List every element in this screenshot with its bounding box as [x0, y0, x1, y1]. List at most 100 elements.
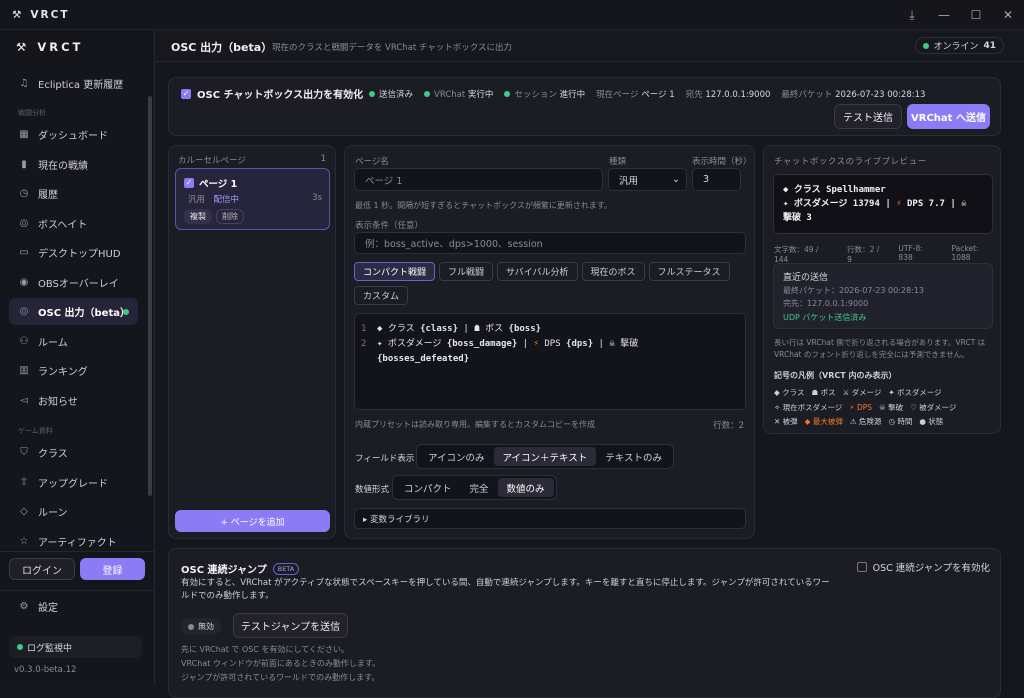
- type-select[interactable]: 汎用 ⌄: [608, 168, 687, 191]
- test-send-button[interactable]: テスト送信: [834, 104, 902, 129]
- page-card-state: 配信中: [213, 195, 240, 205]
- recent-title: 直近の送信: [783, 273, 829, 283]
- diamond-icon: ◇: [20, 506, 28, 517]
- download-icon[interactable]: ⤓: [896, 0, 928, 30]
- template-line: ✦ ボスダメージ {boss_damage} | ⚡ DPS {dps} | ☠…: [377, 337, 737, 352]
- jump-description: 有効にすると、VRChat がアクティブな状態でスペースキーを押している間、自動…: [181, 578, 830, 601]
- jump-title: OSC 連続ジャンプ: [181, 565, 267, 576]
- preset-custom[interactable]: カスタム: [354, 286, 409, 305]
- preset-note: 内蔵プリセットは読み取り専用。編集するとカスタムコピーを作成: [355, 420, 595, 429]
- legend-item: ✕ 被弾: [774, 417, 798, 426]
- preview-line-segment: 撃破 3: [783, 213, 812, 223]
- condition-input[interactable]: 例：boss_active、dps>1000、session: [354, 232, 746, 254]
- variable-library[interactable]: ▸ 変数ライブラリ: [354, 508, 746, 529]
- sidebar-item-current[interactable]: ▮ 現在の戦績: [9, 151, 138, 178]
- sidebar-item-dashboard[interactable]: ▦ ダッシュボード: [9, 121, 138, 148]
- add-page-button[interactable]: + ページを追加: [175, 510, 330, 532]
- register-button[interactable]: 登録: [80, 558, 145, 580]
- interval-hint: 最低 1 秒。間隔が短すぎるとチャットボックスが頻繁に更新されます。: [355, 201, 613, 210]
- sidebar-item-label: ランキング: [38, 367, 88, 378]
- section-label: 戦闘分析: [18, 109, 46, 117]
- sidebar-brand: ⚒ VRCT: [16, 40, 83, 54]
- jump-panel: OSC 連続ジャンプ BETA OSC 連続ジャンプを有効化 有効にすると、VR…: [168, 548, 1001, 698]
- format-full[interactable]: 完全: [461, 478, 498, 497]
- format-compact[interactable]: コンパクト: [395, 478, 461, 497]
- minimize-button[interactable]: —: [928, 0, 960, 30]
- duration-input[interactable]: 3: [692, 168, 741, 191]
- chart-icon: ▥: [19, 365, 29, 376]
- stat-utf8: UTF-8: 838: [898, 244, 923, 262]
- sidebar-item-osc[interactable]: ◎ OSC 出力（beta）: [9, 298, 138, 325]
- sidebar-item-rune[interactable]: ◇ ルーン: [9, 498, 138, 525]
- jump-notes: 先に VRChat で OSC を有効にしてください。 VRChat ウィンドウ…: [181, 643, 380, 685]
- sidebar-item-label: OSC 出力（beta）: [38, 308, 130, 319]
- duration-label: 表示時間（秒）: [692, 157, 752, 167]
- maximize-button[interactable]: ☐: [960, 0, 992, 30]
- sidebar-item-updates[interactable]: ♫ Ecliptica 更新履歴: [9, 70, 138, 97]
- carousel-title: カルーセルページ: [178, 156, 246, 166]
- sidebar-item-class[interactable]: ⛉ クラス: [9, 439, 138, 466]
- number-format-label: 数値形式: [355, 485, 390, 495]
- sidebar-item-history[interactable]: ◷ 履歴: [9, 180, 138, 207]
- condition-label: 表示条件（任意）: [355, 221, 424, 231]
- template-editor[interactable]: 12 ◆ クラス {class} | ☗ ボス {boss} ✦ ボスダメージ {…: [354, 313, 746, 410]
- page-card-type: 汎用: [188, 195, 206, 205]
- template-line-segment: ◆ クラス: [377, 324, 421, 334]
- line-numbers: 12: [361, 324, 367, 349]
- jump-enable-label: OSC 連続ジャンプを有効化: [872, 563, 990, 574]
- sidebar-scrollbar[interactable]: [148, 96, 152, 496]
- clock-icon: ◷: [19, 188, 29, 199]
- field-icon-text[interactable]: アイコン＋テキスト: [493, 447, 597, 466]
- duplicate-button[interactable]: 複製: [184, 209, 212, 224]
- status-dot: [17, 644, 23, 650]
- field-text-only[interactable]: テキストのみ: [596, 447, 671, 466]
- beta-badge: BETA: [272, 562, 300, 575]
- sidebar-item-news[interactable]: ◅ お知らせ: [9, 387, 138, 414]
- vrchat-label: VRChat: [434, 90, 466, 100]
- sidebar-item-label: ルーム: [38, 338, 68, 349]
- jump-note: 先に VRChat で OSC を有効にしてください。: [181, 645, 349, 654]
- titlebar-brand: ⚒ VRCT: [0, 9, 70, 21]
- page-name-input[interactable]: ページ 1: [354, 168, 603, 191]
- legend-item: ⚔ ダメージ: [842, 388, 882, 397]
- sidebar-item-ranking[interactable]: ▥ ランキング: [9, 357, 138, 384]
- checkbox-checked-icon[interactable]: ✓: [184, 178, 194, 188]
- test-jump-button[interactable]: テストジャンプを送信: [233, 613, 348, 638]
- preset-full-battle[interactable]: フル戦闘: [439, 262, 494, 281]
- sidebar-item-label: ルーン: [38, 508, 68, 519]
- carousel-page-card[interactable]: ✓ ページ 1 汎用 配信中 3s 複製 削除: [175, 168, 330, 230]
- status-readouts: 送信済み VRChat 実行中 セッション 進行中 現在ページ ページ 1 宛先…: [369, 88, 925, 100]
- sidebar-item-bosshate[interactable]: ◎ ボスヘイト: [9, 210, 138, 237]
- status-page: 現在ページ ページ 1: [596, 88, 675, 100]
- monitor-icon: ▭: [19, 247, 29, 258]
- preset-compact-battle[interactable]: コンパクト戦闘: [354, 262, 436, 281]
- sidebar-item-obs[interactable]: ◉ OBSオーバーレイ: [9, 269, 138, 296]
- sidebar-item-settings[interactable]: ⚙ 設定: [9, 593, 138, 620]
- format-number-only[interactable]: 数値のみ: [497, 478, 554, 497]
- preset-tabs: コンパクト戦闘 フル戦闘 サバイバル分析 現在のボス フルステータス カスタム: [354, 262, 750, 305]
- page-name-placeholder: ページ 1: [365, 175, 403, 187]
- target-icon: ◎: [19, 218, 29, 229]
- jump-enable-toggle[interactable]: OSC 連続ジャンプを有効化: [856, 560, 990, 574]
- sidebar-item-upgrade[interactable]: ⇧ アップグレード: [9, 469, 138, 496]
- vrchat-value: 実行中: [467, 90, 494, 100]
- sidebar-item-hud[interactable]: ▭ デスクトップHUD: [9, 239, 138, 266]
- preset-full-status[interactable]: フルステータス: [648, 262, 730, 281]
- type-label: 種類: [609, 157, 627, 167]
- enable-osc-toggle[interactable]: ✓ OSC チャットボックス出力を有効化: [181, 86, 363, 101]
- preset-current-boss[interactable]: 現在のボス: [581, 262, 645, 281]
- login-button[interactable]: ログイン: [9, 558, 75, 580]
- close-button[interactable]: ✕: [992, 0, 1024, 30]
- send-vrchat-button[interactable]: VRChat へ送信: [907, 104, 990, 129]
- legend-item: ◆ クラス: [774, 388, 805, 397]
- sidebar: ⚒ VRCT ♫ Ecliptica 更新履歴 戦闘分析 ▦ ダッシュボード ▮ 現在…: [0, 30, 155, 685]
- last-label: 最終パケット: [781, 90, 833, 100]
- number-format-toggle: コンパクト 完全 数値のみ: [392, 475, 557, 500]
- field-display-label: フィールド表示: [355, 454, 415, 464]
- sidebar-item-label: ダッシュボード: [38, 131, 108, 142]
- sidebar-item-label: デスクトップHUD: [38, 249, 121, 260]
- preset-survival[interactable]: サバイバル分析: [497, 262, 578, 281]
- field-icon-only[interactable]: アイコンのみ: [419, 447, 494, 466]
- sidebar-item-room[interactable]: ⚇ ルーム: [9, 328, 138, 355]
- delete-button[interactable]: 削除: [216, 209, 244, 224]
